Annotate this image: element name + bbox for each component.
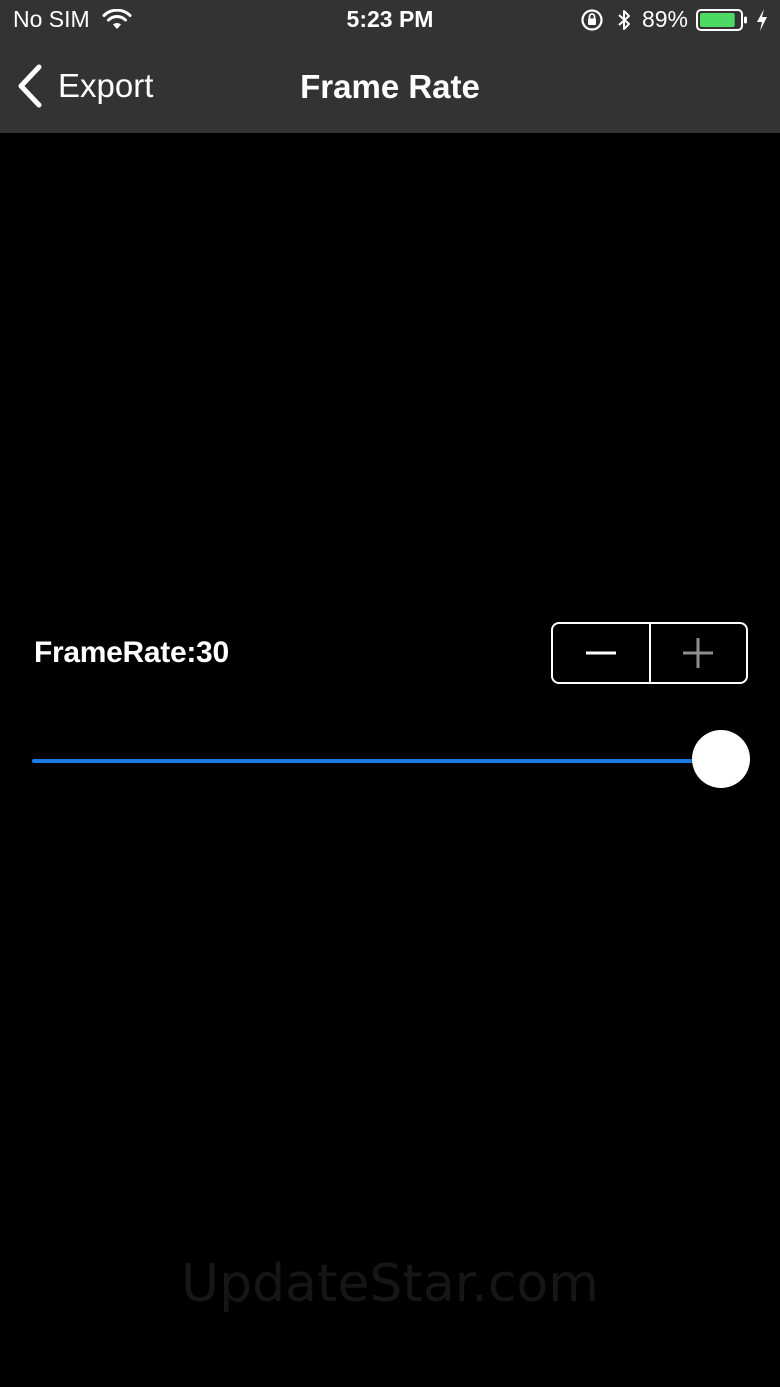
bluetooth-icon xyxy=(618,9,630,30)
status-right: 89% xyxy=(580,6,768,33)
battery-icon xyxy=(696,8,747,31)
increment-button[interactable] xyxy=(651,624,747,682)
navigation-bar: Export Frame Rate xyxy=(0,44,780,133)
status-bar: No SIM 5:23 PM 89% xyxy=(0,0,780,44)
framerate-value-label: FrameRate:30 xyxy=(34,636,229,669)
framerate-slider[interactable] xyxy=(32,730,750,790)
charging-icon xyxy=(757,8,767,31)
framerate-stepper xyxy=(551,622,748,684)
slider-track-filled xyxy=(32,759,721,763)
rotation-lock-icon xyxy=(581,8,603,31)
page-title: Frame Rate xyxy=(300,68,480,105)
watermark: UpdateStar.com xyxy=(181,1254,599,1314)
decrement-button[interactable] xyxy=(553,624,649,682)
header: No SIM 5:23 PM 89% Export Frame Rate xyxy=(0,0,780,133)
plus-icon xyxy=(683,638,714,668)
minus-icon xyxy=(585,651,616,655)
slider-thumb[interactable] xyxy=(692,730,750,788)
battery-percent: 89% xyxy=(641,6,688,32)
